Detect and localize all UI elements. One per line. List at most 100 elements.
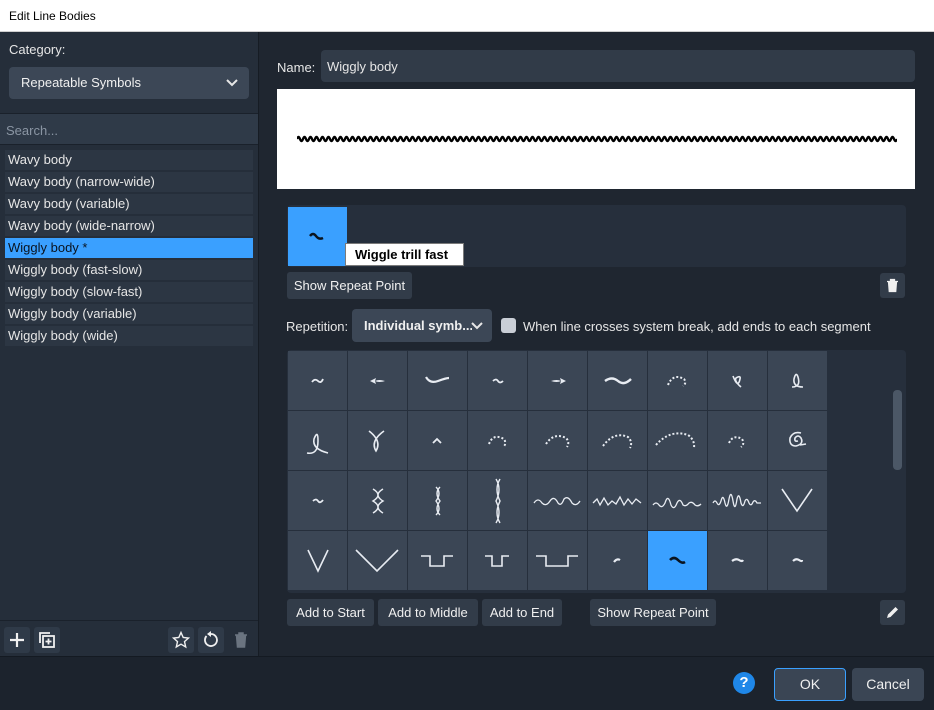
symbol-cell-vibrato-thin[interactable]: [408, 471, 467, 530]
search-input[interactable]: [6, 120, 246, 140]
symbol-cell-square-wave-wide[interactable]: [528, 531, 587, 590]
vibrato-knots-icon: [371, 488, 385, 514]
symbol-cell-loop-large[interactable]: [288, 411, 347, 470]
star-icon: [172, 631, 190, 649]
symbol-cell-tilde-small[interactable]: [288, 471, 347, 530]
wiggle-small-icon: [311, 378, 324, 384]
left-panel: Category: Repeatable Symbols Wavy body W…: [0, 32, 259, 656]
symbol-cell-spiral[interactable]: [768, 411, 827, 470]
add-to-start-button[interactable]: Add to Start: [287, 599, 374, 626]
symbol-cell-wave-irregular[interactable]: [528, 471, 587, 530]
symbol-cell-wiggle-arrow-right[interactable]: [528, 351, 587, 410]
symbol-cell-dash-tiny[interactable]: [768, 531, 827, 590]
symbol-cell-wave-jagged[interactable]: [588, 471, 647, 530]
symbol-cell-arc-dotted-large[interactable]: [648, 411, 707, 470]
search-bar: [0, 113, 258, 145]
arc-dotted-hook-icon: [488, 435, 507, 448]
ok-button[interactable]: OK: [774, 668, 846, 701]
symbol-cell-wiggle-trill-fast[interactable]: [648, 531, 707, 590]
symbol-cell-wave-tremolo[interactable]: [648, 471, 707, 530]
symbol-cell-caret[interactable]: [408, 411, 467, 470]
window-title: Edit Line Bodies: [9, 9, 96, 23]
dash-small-icon: [731, 558, 744, 563]
list-item[interactable]: Wavy body (wide-narrow): [5, 216, 253, 236]
symbol-cell-wiggle-tilde[interactable]: [468, 351, 527, 410]
pencil-icon: [887, 607, 898, 618]
dot-small-icon: [613, 558, 621, 563]
symbol-cell-wiggle-small[interactable]: [288, 351, 347, 410]
chosen-symbol-wiggle-trill-fast[interactable]: [288, 207, 347, 266]
arc-dotted-small-icon: [667, 376, 687, 387]
palette-scrollbar[interactable]: [893, 390, 902, 470]
category-dropdown[interactable]: Repeatable Symbols: [9, 67, 249, 99]
symbol-cell-arc-dotted-small[interactable]: [648, 351, 707, 410]
wave-irregular-icon: [533, 497, 581, 506]
symbol-cell-v-shape[interactable]: [768, 471, 827, 530]
symbol-cell-wiggle-wide[interactable]: [588, 351, 647, 410]
revert-button[interactable]: [198, 627, 224, 653]
symbol-cell-loop-small[interactable]: [708, 351, 767, 410]
square-wave-icon: [421, 555, 453, 567]
add-to-middle-button[interactable]: Add to Middle: [378, 599, 478, 626]
chosen-toolbar: Show Repeat Point: [287, 272, 906, 302]
symbol-cell-wave-dense[interactable]: [708, 471, 767, 530]
symbol-cell-loop-twisted[interactable]: [348, 411, 407, 470]
symbol-cell-arc-dotted-hook[interactable]: [468, 411, 527, 470]
add-to-end-button[interactable]: Add to End: [482, 599, 562, 626]
edit-symbol-button[interactable]: [880, 600, 905, 625]
name-label: Name:: [277, 60, 316, 75]
symbol-cell-dot-small[interactable]: [588, 531, 647, 590]
list-item-selected[interactable]: Wiggly body *: [5, 238, 253, 258]
wiggle-trill-fast-icon: [669, 556, 686, 564]
list-item[interactable]: Wiggly body (slow-fast): [5, 282, 253, 302]
duplicate-button[interactable]: [34, 627, 60, 653]
symbol-cell-square-wave[interactable]: [408, 531, 467, 590]
favourite-button[interactable]: [168, 627, 194, 653]
repetition-dropdown[interactable]: Individual symb...: [352, 309, 492, 342]
system-break-checkbox[interactable]: [501, 318, 516, 333]
duplicate-icon: [39, 632, 55, 648]
add-icon: [10, 633, 24, 647]
list-item[interactable]: Wiggly body (wide): [5, 326, 253, 346]
list-item[interactable]: Wavy body: [5, 150, 253, 170]
symbol-cell-arc-dotted-wide[interactable]: [588, 411, 647, 470]
wiggle-tilde-icon: [492, 378, 504, 384]
show-repeat-point-button-top[interactable]: Show Repeat Point: [287, 272, 412, 299]
spiral-icon: [789, 431, 807, 447]
symbol-cell-dash-small[interactable]: [708, 531, 767, 590]
list-item[interactable]: Wiggly body (variable): [5, 304, 253, 324]
symbol-cell-arc-dotted-medium[interactable]: [528, 411, 587, 470]
symbol-cell-vibrato-knots[interactable]: [348, 471, 407, 530]
symbol-cell-loop-tall[interactable]: [768, 351, 827, 410]
symbol-cell-v-wide[interactable]: [348, 531, 407, 590]
add-button[interactable]: [4, 627, 30, 653]
help-button[interactable]: ?: [733, 672, 755, 694]
cancel-button[interactable]: Cancel: [852, 668, 924, 701]
name-field: [321, 50, 915, 82]
chevron-down-icon: [471, 322, 483, 330]
delete-symbol-button[interactable]: [880, 273, 905, 298]
name-input[interactable]: [327, 57, 907, 75]
symbol-cell-square-wave-narrow[interactable]: [468, 531, 527, 590]
symbol-cell-vibrato-tall[interactable]: [468, 471, 527, 530]
symbol-cell-wiggle-sweep[interactable]: [408, 351, 467, 410]
symbol-grid: [288, 351, 829, 592]
symbol-cell-v-narrow[interactable]: [288, 531, 347, 590]
system-break-label: When line crosses system break, add ends…: [523, 319, 871, 334]
symbol-tooltip: Wiggle trill fast: [345, 243, 464, 266]
line-body-list: Wavy body Wavy body (narrow-wide) Wavy b…: [5, 150, 253, 348]
list-item[interactable]: Wiggly body (fast-slow): [5, 260, 253, 280]
wave-tremolo-icon: [652, 497, 702, 509]
list-item[interactable]: Wavy body (variable): [5, 194, 253, 214]
delete-button[interactable]: [228, 627, 254, 653]
symbol-palette: [287, 350, 906, 593]
wiggle-trill-fast-icon: [309, 232, 324, 240]
list-item[interactable]: Wavy body (narrow-wide): [5, 172, 253, 192]
line-preview: [277, 89, 915, 189]
arc-dotted-wide-icon: [602, 434, 633, 449]
category-label: Category:: [9, 42, 66, 57]
symbol-cell-arc-dotted-hook-small[interactable]: [708, 411, 767, 470]
show-repeat-point-button[interactable]: Show Repeat Point: [590, 599, 716, 626]
trash-icon: [887, 278, 898, 293]
symbol-cell-wiggle-arrow-left[interactable]: [348, 351, 407, 410]
